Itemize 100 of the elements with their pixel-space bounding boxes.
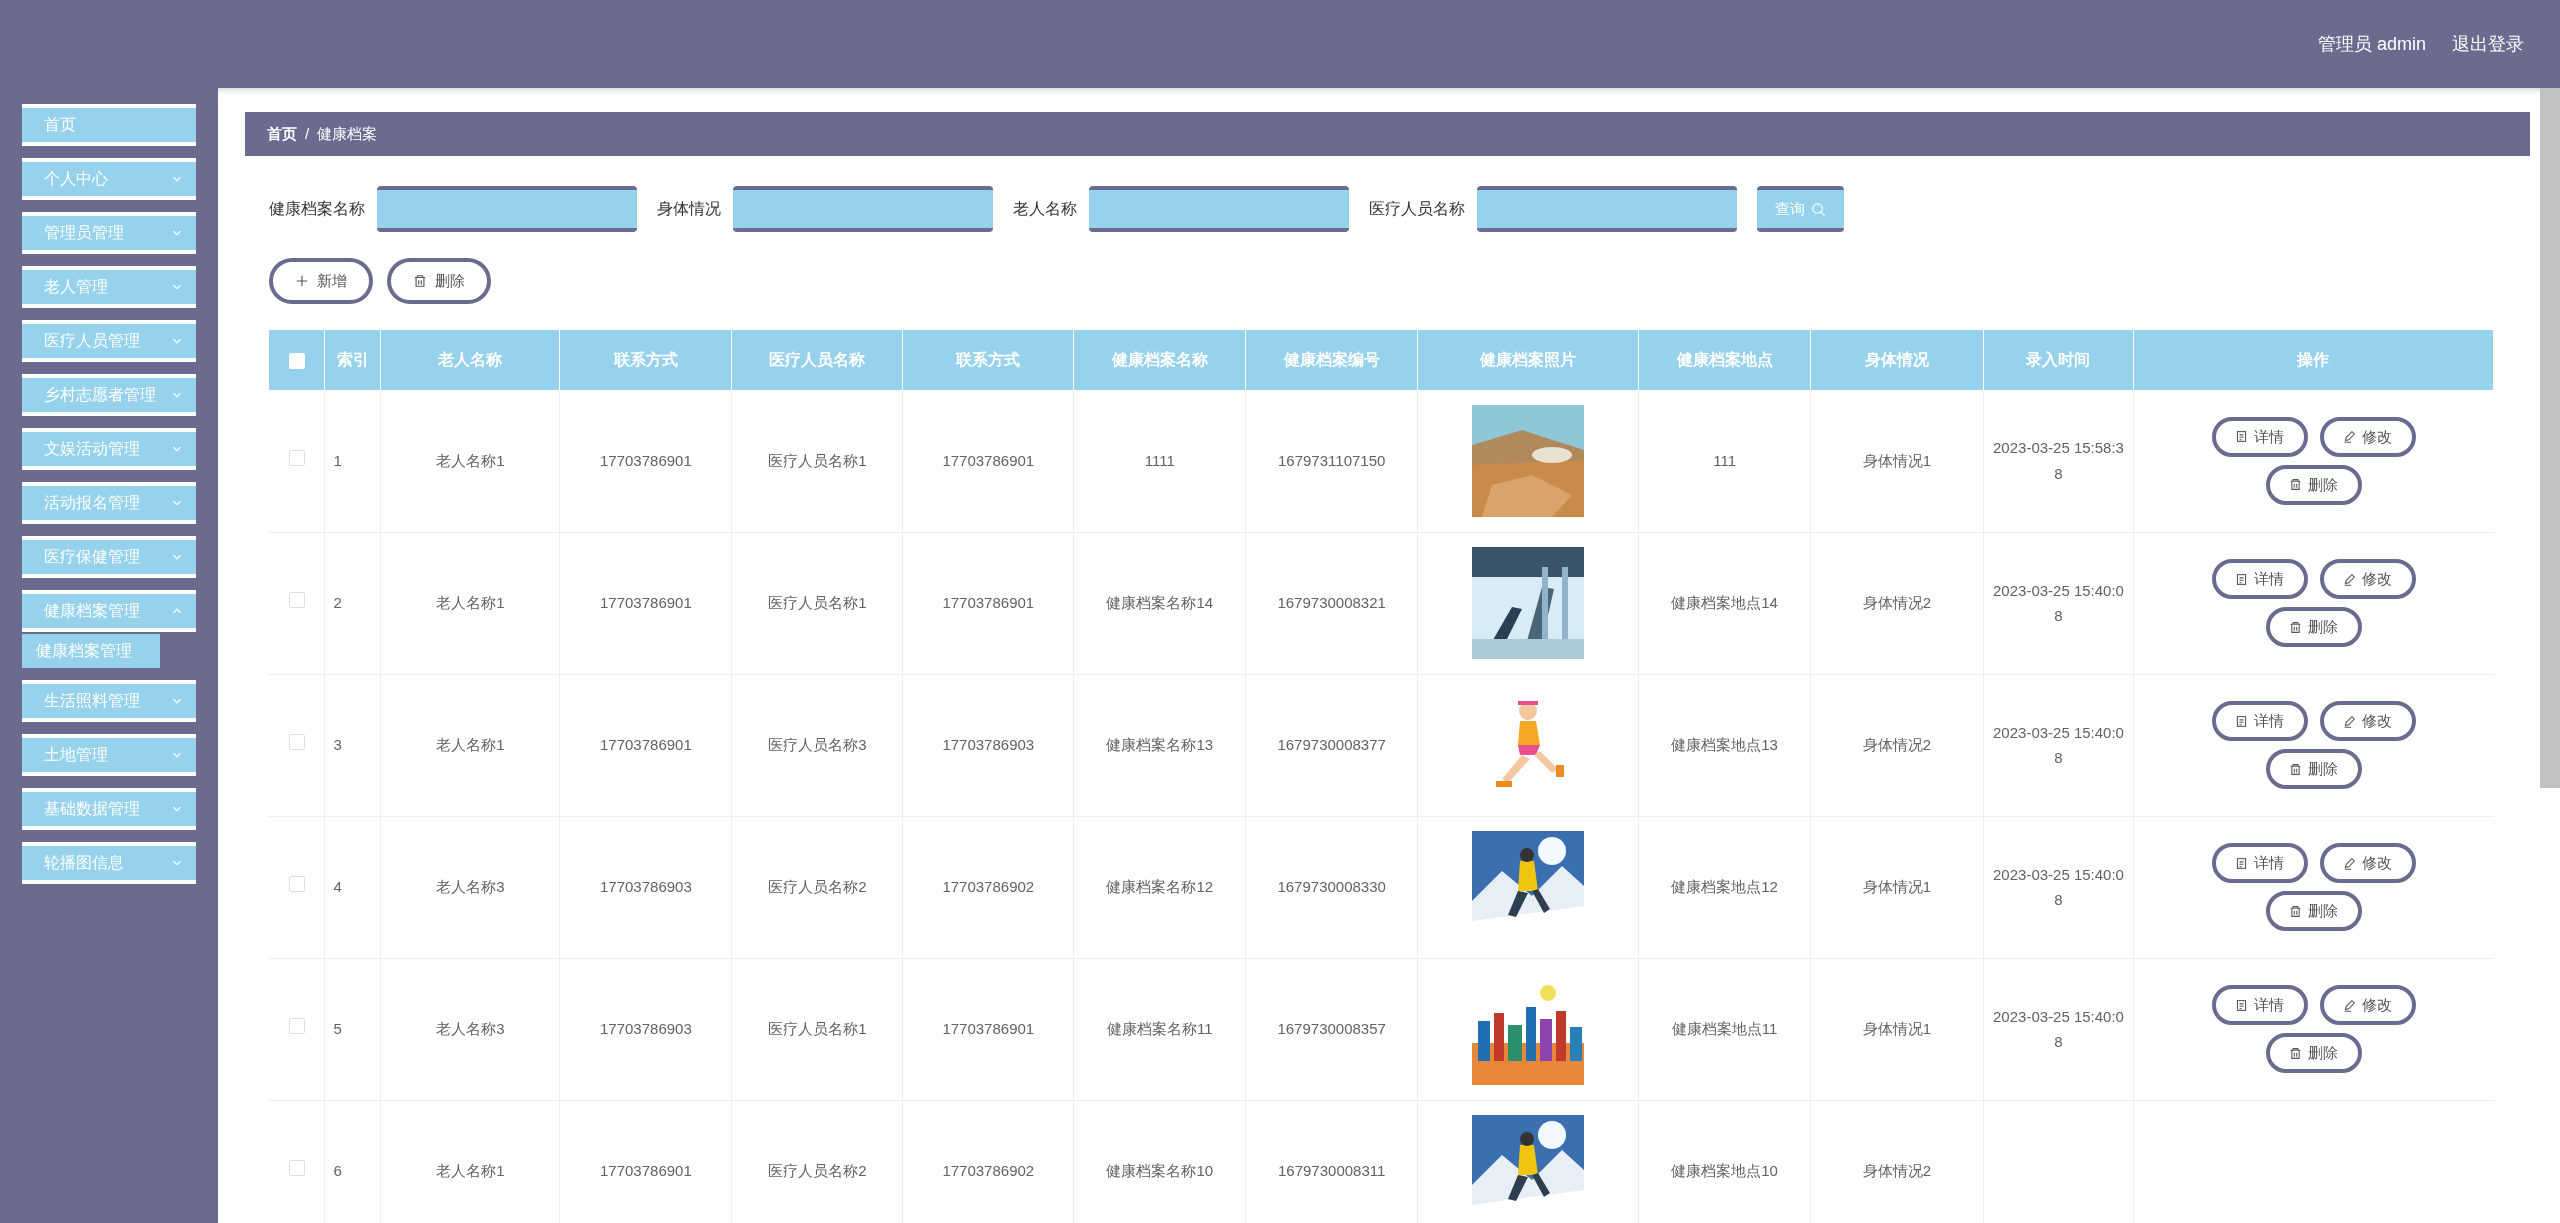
table-cell: 17703786903 xyxy=(942,736,1035,754)
delete-button[interactable]: 删除 xyxy=(2265,464,2362,505)
breadcrumb-separator: / xyxy=(305,123,310,144)
search-field[interactable] xyxy=(1477,186,1737,232)
delete-button[interactable]: 删除 xyxy=(2265,891,2362,931)
table-cell: 医疗人员名称1 xyxy=(768,452,867,469)
delete-button[interactable]: 删除 xyxy=(387,258,491,304)
trash-icon xyxy=(2289,1046,2303,1060)
trash-icon xyxy=(2289,620,2303,634)
search-field[interactable] xyxy=(733,186,993,232)
column-header[interactable]: 联系方式 xyxy=(902,330,1074,390)
search-button[interactable]: 查询 xyxy=(1757,186,1844,232)
sidebar-item[interactable]: 医疗保健管理 xyxy=(22,536,196,578)
pencil-icon xyxy=(2343,714,2357,728)
table-cell: 身体情况1 xyxy=(1862,878,1932,896)
delete-button[interactable]: 删除 xyxy=(2265,1033,2362,1073)
pencil-icon xyxy=(2343,998,2357,1012)
search-field[interactable] xyxy=(1089,186,1349,232)
field-label: 健康档案名称 xyxy=(269,199,365,219)
sidebar-item[interactable]: 个人中心 xyxy=(22,158,196,200)
submenu-item[interactable]: 健康档案管理 xyxy=(22,634,160,668)
sidebar-item[interactable]: 文娱活动管理 xyxy=(22,428,196,470)
table-cell: 17703786901 xyxy=(600,594,692,612)
add-button[interactable]: 新增 xyxy=(269,258,373,304)
row-checkbox[interactable] xyxy=(288,733,305,750)
table-cell: 老人名称1 xyxy=(436,452,505,469)
scrollbar[interactable] xyxy=(2540,88,2560,788)
table-cell: 医疗人员名称2 xyxy=(768,878,867,896)
column-header[interactable]: 录入时间 xyxy=(1983,330,2134,390)
edit-button[interactable]: 修改 xyxy=(2319,559,2416,599)
table-cell: 健康档案名称12 xyxy=(1106,878,1214,896)
details-button[interactable]: 详情 xyxy=(2211,843,2308,883)
edit-button[interactable]: 修改 xyxy=(2319,416,2416,457)
table-cell: 17703786902 xyxy=(942,878,1035,896)
table-cell: 17703786901 xyxy=(600,1162,692,1180)
table-cell: 老人名称3 xyxy=(436,1020,505,1038)
column-header[interactable]: 身体情况 xyxy=(1810,330,1984,390)
table-cell: 医疗人员名称3 xyxy=(768,736,867,754)
pencil-icon xyxy=(2343,572,2357,586)
details-button[interactable]: 详情 xyxy=(2211,985,2308,1025)
column-header[interactable]: 操作 xyxy=(2133,330,2494,390)
table-cell: 17703786901 xyxy=(600,452,692,469)
column-header[interactable]: 医疗人员名称 xyxy=(731,330,903,390)
search-field[interactable] xyxy=(377,186,637,232)
sidebar-item[interactable]: 首页 xyxy=(22,104,196,146)
table-cell: 医疗人员名称1 xyxy=(768,1020,867,1038)
table-cell: 17703786901 xyxy=(600,736,692,754)
column-header[interactable]: 健康档案地点 xyxy=(1638,330,1811,390)
edit-button[interactable]: 修改 xyxy=(2319,985,2416,1025)
sidebar-item[interactable]: 活动报名管理 xyxy=(22,482,196,524)
sidebar-item[interactable]: 医疗人员管理 xyxy=(22,320,196,362)
table-cell: 17703786903 xyxy=(600,878,692,896)
sidebar-item[interactable]: 基础数据管理 xyxy=(22,788,196,830)
sidebar-item[interactable]: 土地管理 xyxy=(22,734,196,776)
row-checkbox[interactable] xyxy=(288,449,305,466)
table-cell: 健康档案地点12 xyxy=(1671,878,1778,896)
select-all-checkbox[interactable] xyxy=(288,352,305,369)
table-cell: 老人名称1 xyxy=(436,594,505,612)
sidebar-item[interactable]: 健康档案管理 xyxy=(22,590,196,632)
trash-icon xyxy=(413,274,427,288)
column-header[interactable]: 健康档案照片 xyxy=(1417,330,1639,390)
table-cell: 2023-03-25 15:40:08 xyxy=(1993,723,2124,766)
trash-icon xyxy=(2289,904,2303,918)
table-cell: 健康档案地点11 xyxy=(1671,1020,1778,1038)
column-header[interactable]: 健康档案编号 xyxy=(1245,330,1418,390)
row-checkbox[interactable] xyxy=(288,1159,305,1176)
search-icon xyxy=(1811,201,1826,217)
details-button[interactable]: 详情 xyxy=(2211,701,2308,741)
pencil-icon xyxy=(2343,856,2357,870)
delete-button[interactable]: 删除 xyxy=(2265,607,2362,647)
column-header[interactable]: 老人名称 xyxy=(380,330,560,390)
column-header[interactable]: 联系方式 xyxy=(559,330,732,390)
table-cell: 17703786903 xyxy=(600,1020,692,1038)
table-cell: 健康档案名称10 xyxy=(1106,1162,1214,1180)
sidebar-item[interactable]: 管理员管理 xyxy=(22,212,196,254)
table-cell: 17703786901 xyxy=(942,452,1035,469)
column-header[interactable]: 索引 xyxy=(325,330,381,390)
document-icon xyxy=(2235,856,2249,870)
edit-button[interactable]: 修改 xyxy=(2319,843,2416,883)
sidebar-item[interactable]: 生活照料管理 xyxy=(22,680,196,722)
row-checkbox[interactable] xyxy=(288,1017,305,1034)
sidebar-item[interactable]: 老人管理 xyxy=(22,266,196,308)
table-cell: 1679730008357 xyxy=(1277,1020,1386,1038)
row-checkbox[interactable] xyxy=(288,591,305,608)
table-cell: 老人名称3 xyxy=(436,878,505,896)
table-cell: 17703786901 xyxy=(942,594,1035,612)
field-label: 医疗人员名称 xyxy=(1369,199,1465,219)
sidebar-item[interactable]: 轮播图信息 xyxy=(22,842,196,884)
sidebar-item[interactable]: 乡村志愿者管理 xyxy=(22,374,196,416)
edit-button[interactable]: 修改 xyxy=(2319,701,2416,741)
delete-button[interactable]: 删除 xyxy=(2265,749,2362,789)
breadcrumb-link[interactable]: 首页 xyxy=(267,122,297,146)
document-icon xyxy=(2235,430,2249,444)
table-cell: 健康档案地点10 xyxy=(1671,1162,1778,1180)
details-button[interactable]: 详情 xyxy=(2211,416,2308,457)
row-checkbox[interactable] xyxy=(288,875,305,892)
column-header[interactable]: 健康档案名称 xyxy=(1073,330,1246,390)
table-cell: 2023-03-25 15:58:38 xyxy=(1993,439,2124,482)
logout-link[interactable]: 退出登录 xyxy=(2452,30,2524,58)
details-button[interactable]: 详情 xyxy=(2211,559,2308,599)
